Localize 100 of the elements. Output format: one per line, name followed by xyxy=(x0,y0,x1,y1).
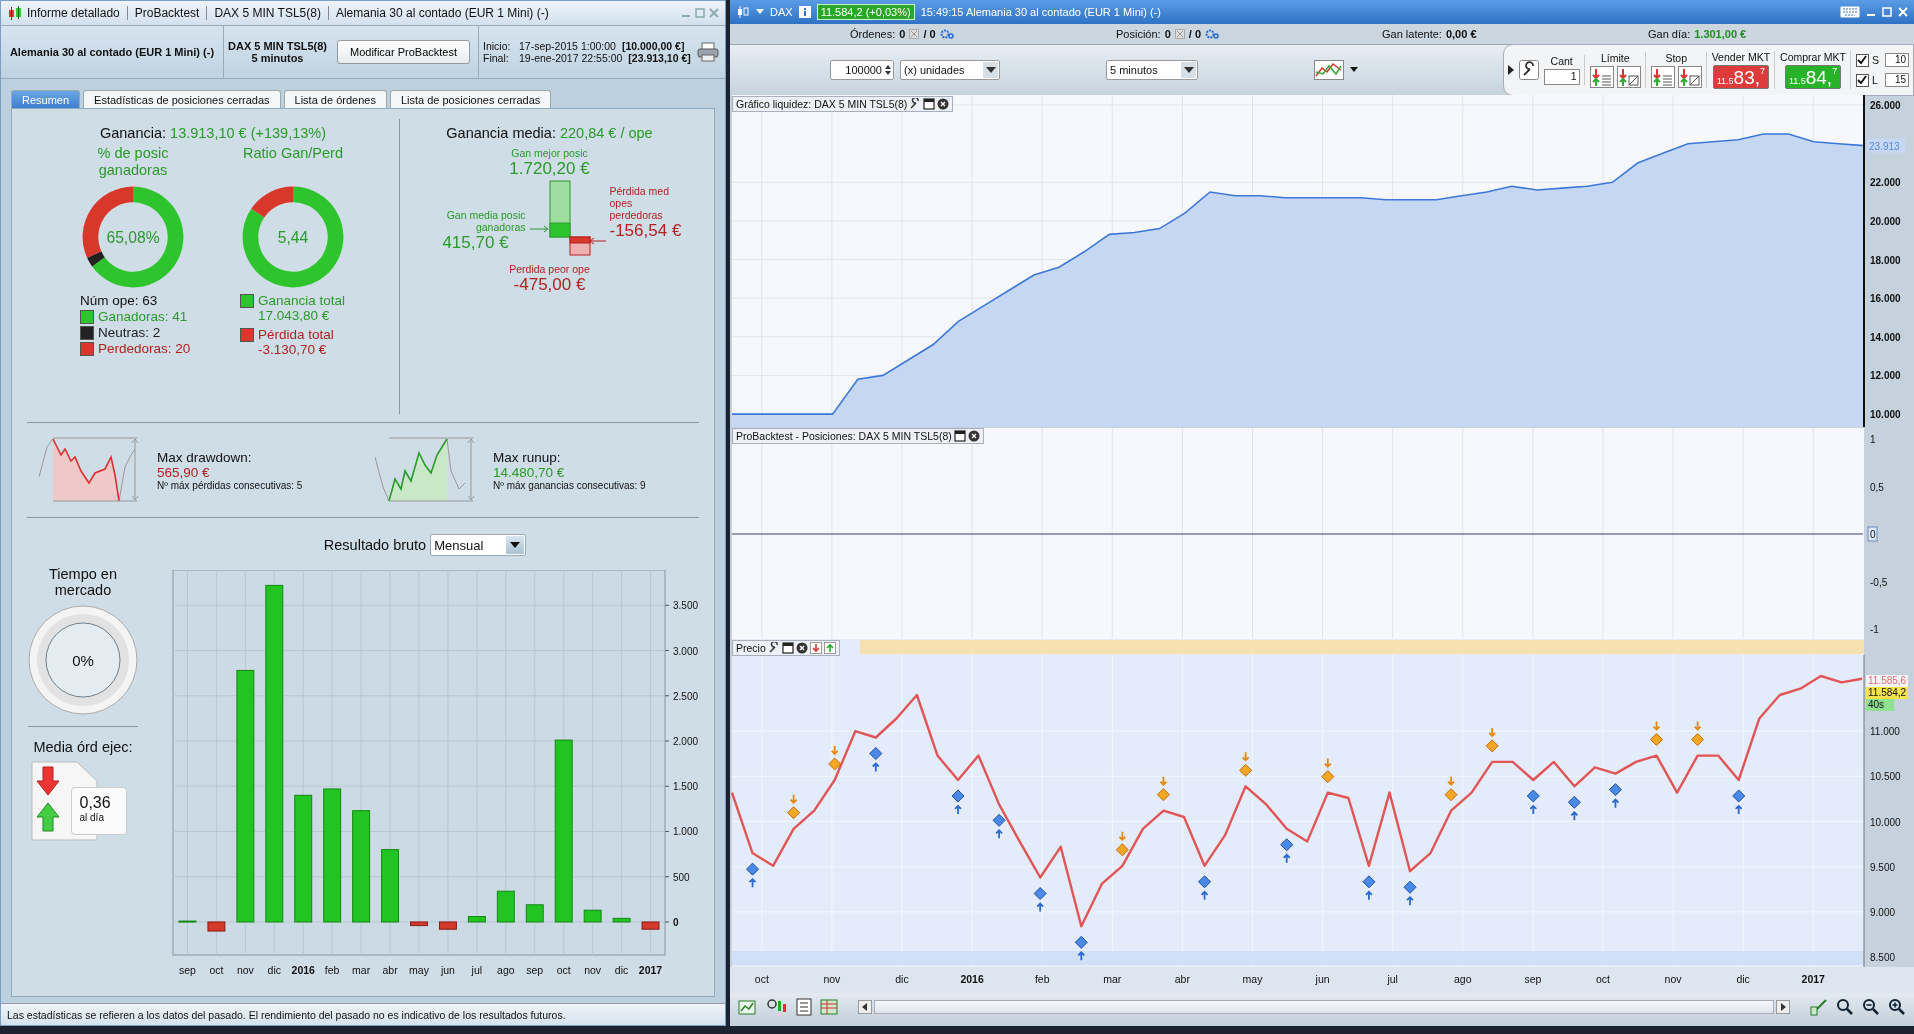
stop-order-icon[interactable] xyxy=(1677,66,1702,88)
bar xyxy=(438,921,457,930)
axis-tick-label: dic xyxy=(614,964,629,976)
offset-field[interactable]: 10 xyxy=(1885,53,1909,67)
trade-button[interactable]: 11.583,$^{7}$ xyxy=(1712,65,1769,89)
price-badge: 11.584,2 (+0,03%) xyxy=(816,4,915,20)
start-capital: [10.000,00 €] xyxy=(621,40,685,52)
tab[interactable]: Lista de posiciones cerradas xyxy=(389,90,552,108)
market-time-label: Tiempo en mercado xyxy=(48,566,118,598)
modify-button[interactable]: Modificar ProBacktest xyxy=(337,40,470,64)
offset-field[interactable]: 15 xyxy=(1885,73,1909,87)
axis-tick-label: 2.000 xyxy=(673,736,699,747)
close-icon[interactable] xyxy=(967,430,980,442)
limit-order-icon[interactable] xyxy=(1616,66,1641,88)
zoom-out-icon[interactable] xyxy=(1862,998,1880,1016)
axis-tick-label: 22.000 xyxy=(1870,177,1901,189)
axis-tick-label: jul xyxy=(471,964,483,976)
caret-icon[interactable] xyxy=(1350,67,1358,73)
info-icon[interactable] xyxy=(798,6,811,18)
donut-center-value: 65,08% xyxy=(106,228,160,246)
units-dropdown[interactable]: (x) unidades xyxy=(900,60,1000,80)
window-icon[interactable] xyxy=(953,430,966,442)
window-subtitle: 15:49:15 Alemania 30 al contado (EUR 1 Mini) (-) xyxy=(920,6,1161,18)
worst-trade-label: Perdida peor ope xyxy=(509,263,590,275)
buy-marker-icon xyxy=(1280,838,1294,864)
trade-button-label: Vender MKT xyxy=(1711,51,1771,63)
pane-title: ProBacktest - Posiciones: DAX 5 MIN TSL5(8) xyxy=(736,430,952,442)
list-icon[interactable] xyxy=(796,998,812,1016)
close-icon[interactable] xyxy=(795,642,808,654)
scroll-right-icon[interactable] xyxy=(1776,1000,1790,1014)
buy-marker-icon xyxy=(869,747,883,773)
stop-order-icon[interactable] xyxy=(1650,66,1675,88)
buy-marker-icon xyxy=(1567,795,1581,822)
info-label: Posición: xyxy=(1116,28,1161,40)
window-icon[interactable] xyxy=(923,98,936,110)
axis-tick-label: 2017 xyxy=(638,964,663,976)
legend-label: Ganancia total xyxy=(258,293,346,308)
sell-marker-icon xyxy=(1156,775,1170,802)
buy-marker-icon xyxy=(746,862,760,889)
quantity-spinner[interactable]: 100000 xyxy=(830,60,894,80)
system-name: DAX 5 MIN TSL5(8) xyxy=(228,40,327,52)
axis-tick-label: 18.000 xyxy=(1870,254,1901,266)
sell-marker-icon xyxy=(1444,775,1458,802)
spinner-arrows-icon[interactable] xyxy=(884,63,892,77)
info-value: 1.301,00 € xyxy=(1694,28,1747,40)
buy-marker-icon xyxy=(1403,880,1417,907)
avg-loss-label: Pérdida med opes perdedoras xyxy=(609,185,671,221)
timeframe-dropdown[interactable]: 5 minutos xyxy=(1106,60,1198,80)
gears-icon[interactable] xyxy=(939,28,954,40)
legend-label: Neutras: 2 xyxy=(98,325,161,340)
info-total: / 0 xyxy=(923,28,936,40)
limit-order-icon[interactable] xyxy=(1589,66,1614,88)
legend-value: 17.043,80 € xyxy=(258,308,331,323)
cant-field[interactable]: 1 xyxy=(1543,69,1580,85)
expand-arrow-icon[interactable] xyxy=(1507,65,1514,75)
tab[interactable]: Estadísticas de posiciones cerradas xyxy=(83,90,281,108)
sell-marker-icon xyxy=(1239,751,1253,777)
checkbox[interactable] xyxy=(1856,73,1869,87)
printer-icon[interactable] xyxy=(696,42,719,62)
chart-type-icon[interactable] xyxy=(1314,60,1344,80)
dropdown-arrow-icon xyxy=(985,67,996,73)
axis-tick-label: jun xyxy=(440,964,455,976)
axis-tick-label: abr xyxy=(1174,973,1190,985)
chart-add-icon[interactable] xyxy=(738,998,758,1016)
table-icon[interactable] xyxy=(820,998,838,1016)
status-bar: Las estadísticas se refieren a los datos del pasado. El rendimiento del pasado no es indicativo de los resultados futuros. xyxy=(1,1003,725,1025)
orders-label: Media órd ejec: xyxy=(32,739,134,755)
instrument-name: Alemania 30 al contado (EUR 1 Mini) (-) xyxy=(9,46,215,58)
price-tag: 11.585,6 xyxy=(1866,675,1909,687)
bar xyxy=(496,890,515,923)
price-tag: 11.584,2 xyxy=(1866,687,1909,699)
wrench-icon[interactable] xyxy=(1518,60,1539,80)
buy-marker-icon xyxy=(1362,875,1376,901)
wrench-icon[interactable] xyxy=(767,642,780,654)
candlestick-icon[interactable] xyxy=(736,5,750,19)
period-dropdown[interactable]: Mensual xyxy=(430,534,527,556)
buy-marker-icon xyxy=(992,813,1006,840)
runup-note: Nº máx ganancias consecutivas: 9 xyxy=(493,479,646,491)
close-icon[interactable] xyxy=(937,98,950,110)
checkbox[interactable] xyxy=(1856,53,1869,67)
sell-marker-icon xyxy=(1650,720,1664,747)
tab[interactable]: Lista de órdenes xyxy=(283,90,387,108)
last-value-label: 23.913 xyxy=(1867,138,1905,153)
gears-icon[interactable] xyxy=(1205,28,1219,40)
scrollbar-track[interactable] xyxy=(874,1000,1774,1014)
sell-marker-icon xyxy=(787,793,801,820)
sell-marker-icon xyxy=(828,745,842,771)
buy-arrow-icon[interactable] xyxy=(823,642,836,654)
window-icon[interactable] xyxy=(781,642,794,654)
auto-scale-icon[interactable] xyxy=(1810,998,1828,1016)
legend-label: Ganadoras: 41 xyxy=(98,309,188,324)
buy-marker-icon xyxy=(1608,783,1622,809)
buy-marker-icon xyxy=(1198,875,1212,901)
scroll-left-icon[interactable] xyxy=(858,1000,872,1014)
avg-win-label: Gan media posic ganadoras xyxy=(445,209,526,233)
sell-marker-icon xyxy=(1115,830,1129,857)
zoom-fit-icon[interactable] xyxy=(1836,998,1854,1016)
sell-arrow-icon[interactable] xyxy=(809,642,822,654)
wrench-icon[interactable] xyxy=(909,98,922,110)
zoom-in-icon[interactable] xyxy=(1888,998,1906,1016)
